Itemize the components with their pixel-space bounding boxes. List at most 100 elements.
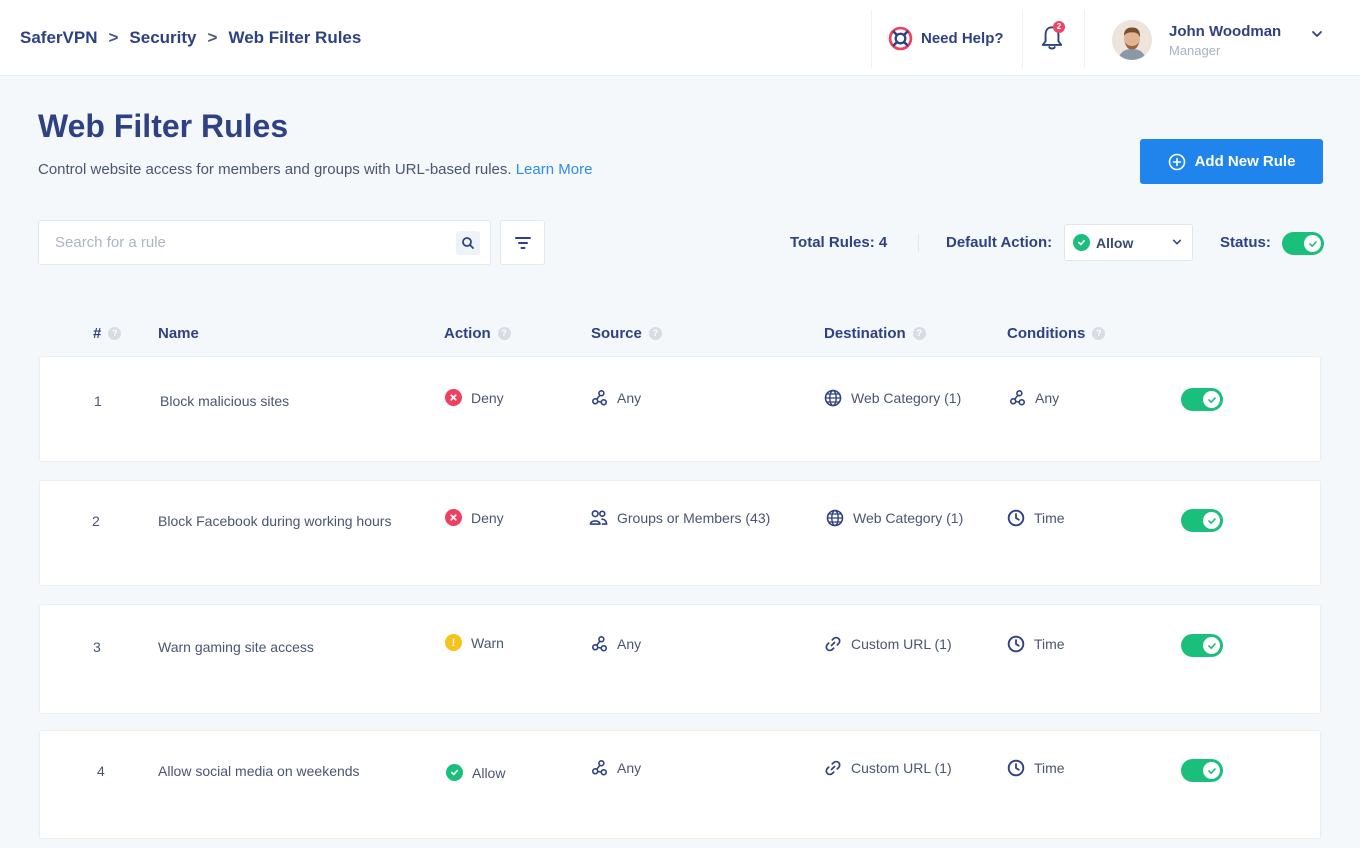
column-header-name[interactable]: Name (158, 325, 199, 342)
rule-destination[interactable]: Custom URL (1) (824, 759, 952, 777)
user-role: Manager (1169, 43, 1221, 58)
status-toggle[interactable] (1282, 232, 1324, 255)
plus-circle-icon (1168, 153, 1185, 170)
rule-action: Allow (446, 764, 505, 781)
need-help-button[interactable]: Need Help? (888, 26, 1004, 51)
rule-destination-label: Custom URL (1) (851, 760, 952, 776)
notifications-button[interactable]: 2 (1039, 21, 1065, 53)
rule-condition[interactable]: Time (1007, 509, 1065, 527)
users-icon (589, 509, 608, 526)
rule-enabled-toggle[interactable] (1181, 509, 1223, 532)
rule-source-label: Any (617, 759, 642, 776)
default-action-select[interactable]: Allow (1064, 224, 1193, 261)
column-header-action-label: Action (444, 325, 491, 342)
share-nodes-icon (591, 389, 608, 406)
rule-action: ! Warn (445, 634, 504, 651)
clock-icon (1007, 509, 1025, 527)
column-header-source[interactable]: Source ? (591, 325, 662, 342)
user-avatar-icon (1112, 20, 1152, 60)
rule-enabled-toggle[interactable] (1181, 634, 1223, 657)
rule-condition-label: Any (1035, 389, 1060, 406)
rule-name[interactable]: Allow social media on weekends (158, 763, 360, 779)
x-circle-icon (445, 509, 462, 526)
filter-button[interactable] (500, 220, 545, 265)
share-nodes-icon (1009, 389, 1026, 406)
rule-destination-label: Web Category (1) (851, 390, 962, 406)
rule-enabled-toggle[interactable] (1181, 759, 1223, 782)
rule-destination[interactable]: Web Category (1) (826, 509, 963, 527)
rule-name[interactable]: Warn gaming site access (158, 639, 314, 655)
learn-more-link[interactable]: Learn More (516, 161, 593, 178)
rule-destination[interactable]: Custom URL (1) (824, 635, 952, 653)
add-new-rule-button[interactable]: Add New Rule (1140, 139, 1323, 184)
rule-number: 3 (93, 639, 101, 655)
user-name[interactable]: John Woodman (1169, 23, 1281, 40)
rule-source[interactable]: Any (591, 759, 641, 776)
question-circle-icon[interactable]: ? (648, 327, 662, 340)
column-header-number-label: # (93, 325, 102, 342)
question-circle-icon[interactable]: ? (497, 327, 511, 340)
rule-action-label: Allow (472, 764, 506, 781)
column-header-destination[interactable]: Destination ? (824, 325, 926, 342)
check-circle-icon (446, 764, 463, 781)
top-bar: SaferVPN > Security > Web Filter Rules N… (0, 0, 1360, 76)
question-circle-icon[interactable]: ? (912, 327, 926, 340)
rule-source[interactable]: Any (591, 635, 641, 652)
search-icon[interactable] (456, 231, 480, 255)
rule-destination-label: Web Category (1) (853, 510, 964, 526)
globe-icon (824, 389, 842, 407)
clock-icon (1007, 759, 1025, 777)
rule-name[interactable]: Block Facebook during working hours (158, 513, 391, 529)
check-icon (1203, 391, 1220, 408)
column-header-source-label: Source (591, 325, 642, 342)
column-header-conditions[interactable]: Conditions ? (1007, 325, 1106, 342)
rule-condition[interactable]: Any (1009, 389, 1059, 406)
breadcrumb-item-current: Web Filter Rules (228, 28, 362, 47)
chevron-down-icon[interactable] (1311, 28, 1323, 40)
rule-enabled-toggle[interactable] (1181, 388, 1223, 411)
rule-action-label: Warn (471, 634, 504, 651)
rule-destination[interactable]: Web Category (1) (824, 389, 961, 407)
table-row[interactable] (39, 604, 1321, 714)
clock-icon (1007, 635, 1025, 653)
header-divider (1084, 10, 1085, 68)
column-header-number[interactable]: # ? (93, 325, 122, 342)
page-title: Web Filter Rules (38, 108, 289, 144)
column-header-destination-label: Destination (824, 325, 906, 342)
x-circle-icon (445, 389, 462, 406)
rule-source-label: Groups or Members (43) (617, 509, 771, 526)
add-new-rule-label: Add New Rule (1194, 153, 1296, 170)
question-circle-icon[interactable]: ? (1092, 327, 1106, 340)
rule-action: Deny (445, 509, 504, 526)
rule-name[interactable]: Block malicious sites (160, 393, 289, 409)
notification-badge: 2 (1053, 21, 1065, 33)
rule-condition-label: Time (1034, 760, 1065, 776)
breadcrumb-item-safervpn[interactable]: SaferVPN (20, 28, 97, 48)
rule-source-label: Any (617, 635, 642, 652)
page-subtitle-text: Control website access for members and g… (38, 161, 512, 178)
column-header-conditions-label: Conditions (1007, 325, 1086, 342)
filter-icon (514, 236, 531, 249)
rule-condition[interactable]: Time (1007, 635, 1065, 653)
rule-source[interactable]: Groups or Members (43) (589, 509, 770, 526)
rule-condition-label: Time (1034, 510, 1065, 526)
rule-number: 2 (92, 513, 100, 529)
breadcrumb-item-security[interactable]: Security (129, 28, 196, 48)
rule-condition-label: Time (1034, 636, 1065, 652)
table-row[interactable] (39, 480, 1321, 586)
breadcrumb-separator: > (207, 28, 218, 47)
search-input[interactable] (55, 221, 435, 264)
question-circle-icon[interactable]: ? (108, 327, 122, 340)
rule-destination-label: Custom URL (1) (851, 636, 952, 652)
column-header-action[interactable]: Action ? (444, 325, 511, 342)
table-row[interactable] (39, 730, 1321, 839)
rule-number: 4 (97, 763, 105, 779)
rule-source[interactable]: Any (591, 389, 641, 406)
share-nodes-icon (591, 635, 608, 652)
rule-condition[interactable]: Time (1007, 759, 1065, 777)
breadcrumb-separator: > (108, 28, 119, 47)
link-icon (824, 635, 842, 653)
check-circle-icon (1073, 234, 1090, 251)
avatar[interactable] (1112, 20, 1152, 60)
table-row[interactable] (39, 356, 1321, 462)
